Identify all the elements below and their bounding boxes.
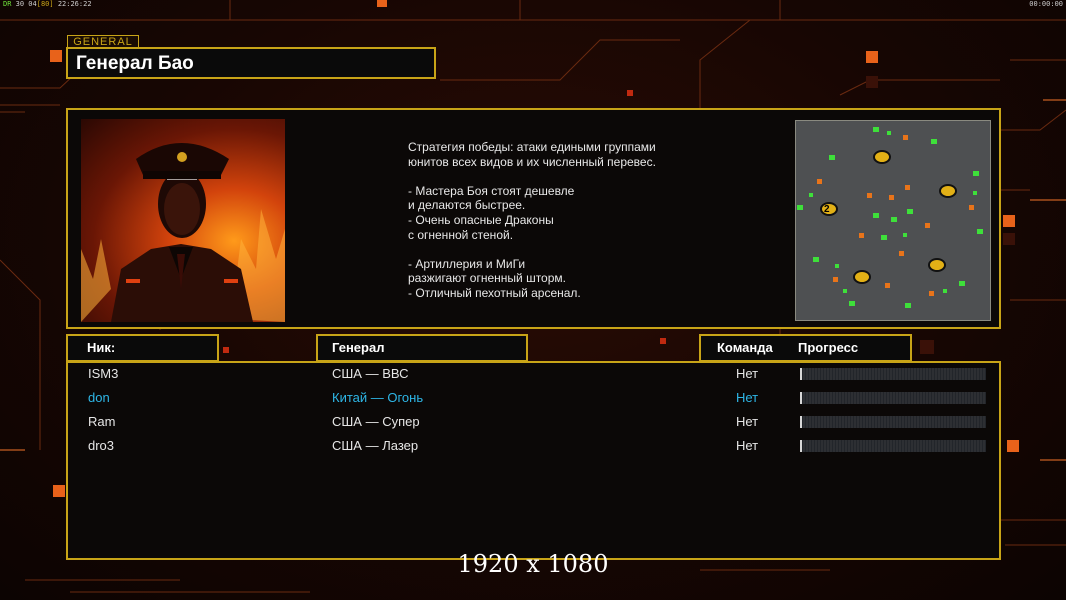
player-progress-fill: [800, 416, 802, 428]
minimap-player-marker: 2: [824, 204, 830, 215]
player-progress-bar: [800, 392, 986, 404]
player-nick: ISM3: [88, 366, 119, 381]
player-progress-bar: [800, 440, 986, 452]
player-progress-fill: [800, 440, 802, 452]
column-header-general: Генерал: [316, 334, 528, 362]
general-portrait: [81, 119, 285, 322]
column-header-team-progress: Команда Прогресс: [699, 334, 912, 362]
minimap-map: [797, 127, 983, 308]
column-header-general-label: Генерал: [332, 340, 385, 355]
hud-bracket: [80]: [36, 0, 54, 8]
general-name: Генерал Бао: [76, 53, 194, 74]
player-general: Китай — Огонь: [332, 390, 424, 405]
player-row: don Китай — Огонь Нет: [68, 387, 999, 409]
hud-prefix: DR: [3, 0, 12, 8]
player-general: США — Лазер: [332, 438, 419, 453]
column-header-team-label: Команда: [717, 340, 773, 355]
player-general: США — Супер: [332, 414, 420, 429]
general-description: Стратегия победы: атаки едиными группами…: [408, 140, 656, 300]
general-title-box: Генерал Бао: [66, 47, 436, 79]
player-team: Нет: [736, 414, 759, 429]
column-header-nick-label: Ник:: [87, 340, 116, 355]
player-team: Нет: [736, 366, 759, 381]
hud-status-left: DR 30 04[80] 22:26:22: [3, 0, 92, 8]
general-portrait-figure: [81, 143, 285, 322]
general-info-panel: Стратегия победы: атаки едиными группами…: [66, 108, 1001, 329]
minimap[interactable]: 2: [795, 120, 991, 321]
player-progress-bar: [800, 368, 986, 380]
player-general: США — ВВС: [332, 366, 409, 381]
player-team: Нет: [736, 390, 759, 405]
player-nick: Ram: [88, 414, 116, 429]
player-row: Ram США — Супер Нет: [68, 411, 999, 433]
player-progress-fill: [800, 368, 802, 380]
player-row: dro3 США — Лазер Нет: [68, 435, 999, 457]
player-row: ISM3 США — ВВС Нет: [68, 363, 999, 385]
player-progress-fill: [800, 392, 802, 404]
resolution-label: 1920 x 1080: [457, 550, 609, 578]
column-header-progress-label: Прогресс: [798, 340, 859, 355]
players-list-panel: ISM3 США — ВВС Нет don Китай — Огонь Нет Ram СШ…: [66, 361, 1001, 560]
hud-clock: 00:00:00: [1029, 0, 1063, 8]
hud-time: 22:26:22: [57, 0, 92, 8]
player-progress-bar: [800, 416, 986, 428]
player-nick: dro3: [88, 438, 115, 453]
player-team: Нет: [736, 438, 759, 453]
hud-nums: 30 04: [15, 0, 37, 8]
column-header-nick: Ник:: [66, 334, 219, 362]
player-nick: don: [88, 390, 110, 405]
